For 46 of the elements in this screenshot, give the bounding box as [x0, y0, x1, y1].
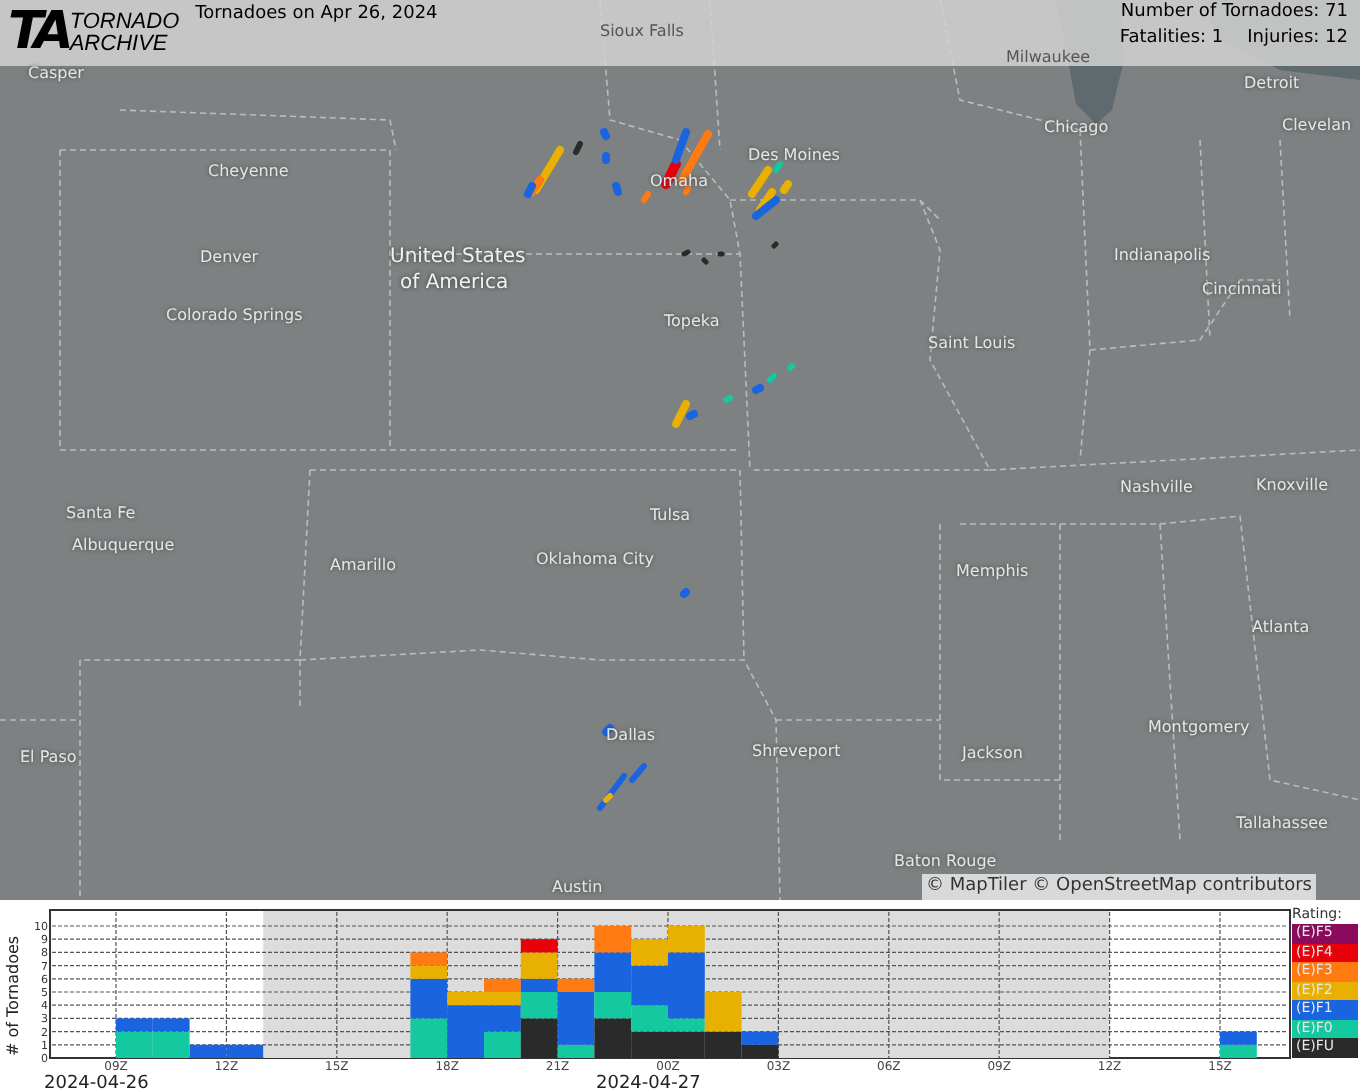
- city-label: Jackson: [962, 742, 1023, 766]
- date-label: 2024-04-26: [44, 1074, 149, 1092]
- city-label: Shreveport: [752, 740, 841, 764]
- country-label: United States: [390, 244, 526, 272]
- city-label: Saint Louis: [928, 332, 1016, 356]
- city-label: Santa Fe: [66, 502, 136, 526]
- city-label: El Paso: [20, 746, 77, 770]
- city-label: Detroit: [1244, 72, 1300, 96]
- city-label: Dallas: [606, 724, 656, 748]
- city-label: Sioux Falls: [600, 20, 684, 44]
- country-label: of America: [400, 270, 509, 298]
- city-label: Baton Rouge: [894, 850, 997, 874]
- city-label: Amarillo: [330, 554, 397, 578]
- city-label: Des Moines: [748, 144, 840, 168]
- logo-mark: TA: [8, 4, 68, 60]
- injuries-count: Injuries: 12: [1247, 26, 1348, 52]
- city-label: Albuquerque: [72, 534, 175, 558]
- city-label: Oklahoma City: [536, 548, 654, 572]
- map-attribution: © MapTiler © OpenStreetMap contributors: [921, 873, 1316, 900]
- city-label: Memphis: [956, 560, 1029, 584]
- map-title: Tornadoes on Apr 26, 2024: [195, 2, 438, 28]
- city-label: Knoxville: [1256, 474, 1329, 498]
- fatalities-count: Fatalities: 1: [1119, 26, 1224, 52]
- city-label: Tallahassee: [1236, 812, 1328, 836]
- map[interactable]: [0, 0, 1360, 900]
- city-label: Denver: [200, 246, 259, 270]
- city-label: Indianapolis: [1114, 244, 1211, 268]
- city-label: Chicago: [1044, 116, 1109, 140]
- logo-text: TORNADO: [69, 12, 180, 34]
- city-label: Montgomery: [1148, 716, 1250, 740]
- city-label: Milwaukee: [1006, 46, 1091, 70]
- city-label: Casper: [28, 62, 84, 86]
- logo-text: ARCHIVE: [69, 34, 170, 56]
- date-label: 2024-04-27: [596, 1074, 701, 1092]
- bar-segment: [410, 1018, 448, 1058]
- city-label: Tulsa: [650, 504, 691, 528]
- y-axis-label: # of Tornadoes: [2, 935, 24, 1057]
- tornado-count: Number of Tornadoes: 71: [1120, 0, 1348, 26]
- city-label: Nashville: [1120, 476, 1193, 500]
- city-label: Colorado Springs: [166, 304, 303, 328]
- city-label: Topeka: [664, 310, 720, 334]
- city-label: Austin: [552, 876, 603, 900]
- city-label: Atlanta: [1252, 616, 1310, 640]
- city-label: Cheyenne: [208, 160, 289, 184]
- city-label: Cincinnati: [1202, 278, 1282, 302]
- city-label: Clevelan: [1282, 114, 1352, 138]
